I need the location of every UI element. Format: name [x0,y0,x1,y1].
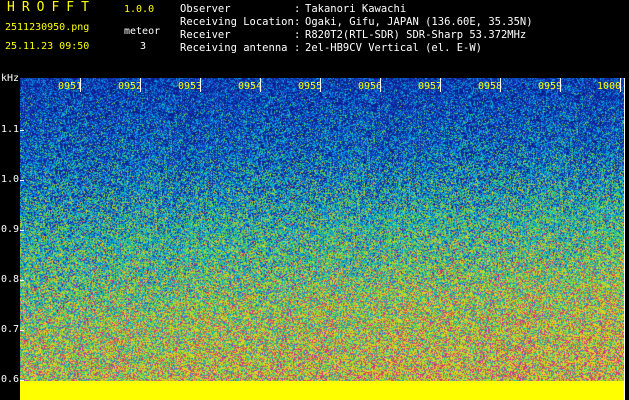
time-marker [320,78,321,92]
info-value-antenna: 2el-HB9CV Vertical (el. E-W) [305,42,483,54]
info-label-observer: Observer [180,3,231,15]
spectrogram [20,78,624,387]
time-marker [200,78,201,92]
info-separator: : [294,42,301,54]
y-axis-unit: kHz [1,73,20,84]
y-tick-label: 0.9 [1,224,20,235]
hrofft-window: HROFFT 1.0.0 2511230950.png 25.11.23 09:… [0,0,629,400]
spectrogram-right-border [624,78,625,400]
info-separator: : [294,16,301,28]
y-tick-label: 1.1 [1,124,20,135]
y-tick-label: 0.8 [1,274,20,285]
y-tick-label: 1.0 [1,174,20,185]
y-tick-mark [20,230,24,231]
time-marker [140,78,141,92]
y-tick-mark [20,380,24,381]
y-tick-mark [20,330,24,331]
time-label: 0959 [538,81,563,92]
time-marker [500,78,501,92]
y-tick-mark [20,130,24,131]
spectrogram-baseline [20,381,624,400]
info-value-receiver: R820T2(RTL-SDR) SDR-Sharp 53.372MHz [305,29,527,41]
info-label-receiver: Receiver [180,29,231,41]
time-label: 0958 [478,81,503,92]
time-label: 0956 [358,81,383,92]
info-label-location: Receiving Location [180,16,294,28]
time-label: 1000 [597,81,622,92]
info-value-location: Ogaki, Gifu, JAPAN (136.60E, 35.35N) [305,16,533,28]
time-marker [560,78,561,92]
meteor-label: meteor [124,26,161,37]
y-tick-label: 0.7 [1,324,20,335]
info-value-observer: Takanori Kawachi [305,3,407,15]
app-title: HROFFT [7,0,96,15]
info-label-antenna: Receiving antenna [180,42,288,54]
time-label: 0955 [298,81,323,92]
meteor-count: 3 [140,41,147,52]
time-marker [380,78,381,92]
time-marker [440,78,441,92]
info-separator: : [294,3,301,15]
time-label: 0953 [178,81,203,92]
time-marker [260,78,261,92]
y-tick-label: 0.6 [1,374,20,385]
time-label: 0952 [118,81,143,92]
time-marker [620,78,621,92]
app-version: 1.0.0 [124,4,155,15]
time-label: 0951 [58,81,83,92]
file-name: 2511230950.png [5,22,90,33]
time-label: 0957 [418,81,443,92]
info-separator: : [294,29,301,41]
y-tick-mark [20,180,24,181]
timestamp: 25.11.23 09:50 [5,41,90,52]
y-tick-mark [20,280,24,281]
time-label: 0954 [238,81,263,92]
time-marker [80,78,81,92]
